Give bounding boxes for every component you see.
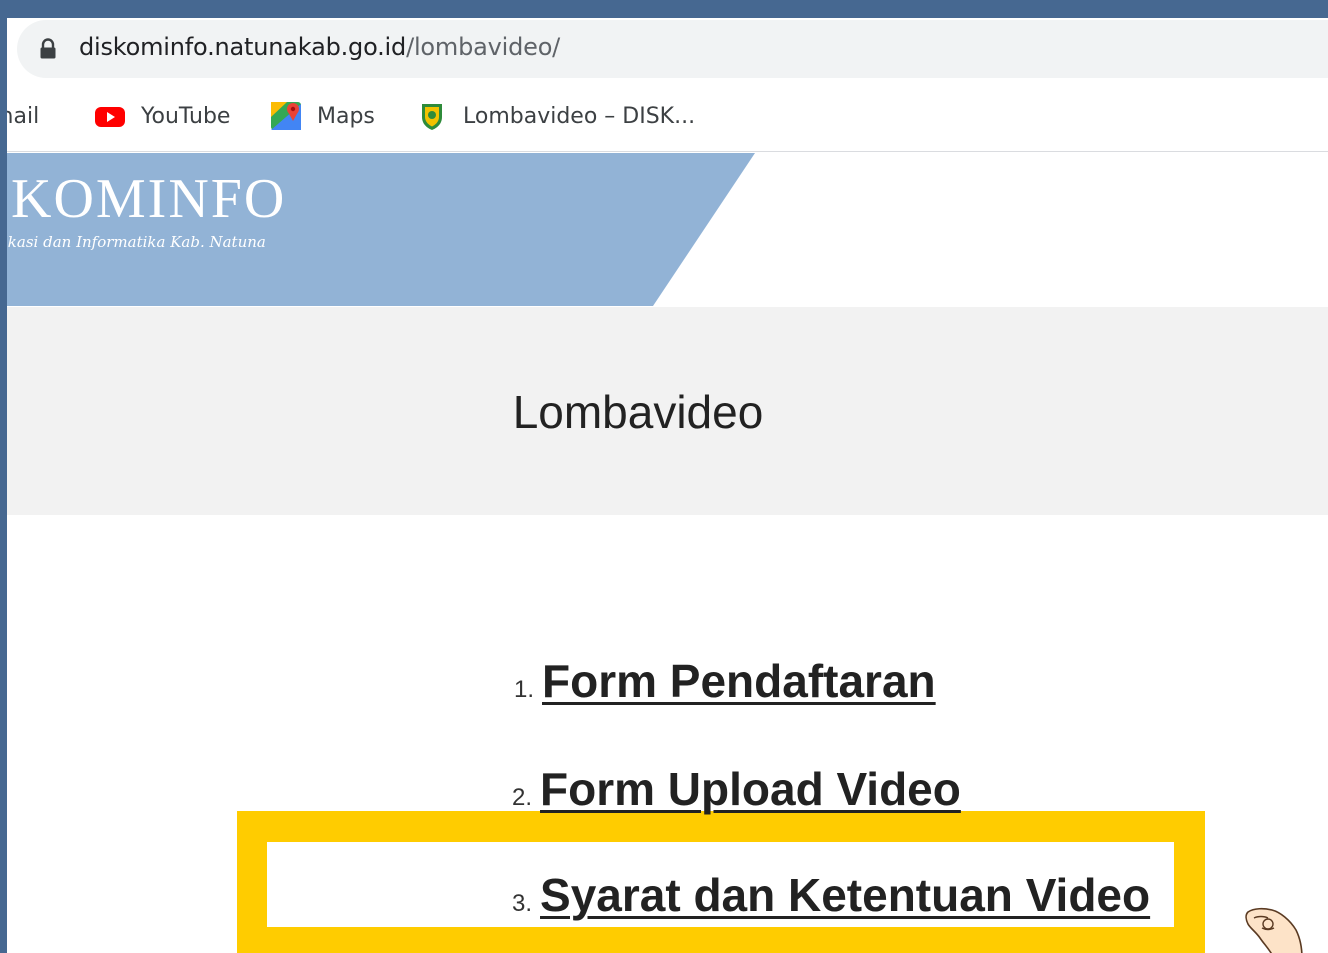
page-title-band: Lombavideo: [7, 307, 1328, 515]
url-text[interactable]: diskominfo.natunakab.go.id/lombavideo/: [79, 33, 560, 61]
bookmarks-bar: Gmail YouTube Maps Lombavideo – DISK...: [0, 82, 1328, 152]
bookmark-maps[interactable]: Maps: [269, 82, 375, 150]
list-item-syarat-ketentuan: 3. Syarat dan Ketentuan Video: [512, 868, 1150, 922]
site-logo-title[interactable]: KOMINFO: [11, 167, 286, 231]
url-path: /lombavideo/: [406, 33, 561, 61]
bookmark-youtube[interactable]: YouTube: [93, 82, 230, 150]
syarat-ketentuan-link[interactable]: Syarat dan Ketentuan Video: [540, 869, 1150, 921]
form-upload-video-link[interactable]: Form Upload Video: [540, 763, 961, 815]
bookmark-label: YouTube: [141, 103, 231, 129]
list-item-form-pendaftaran: 1. Form Pendaftaran: [514, 654, 936, 708]
site-header: KOMINFO ikasi dan Informatika Kab. Natun…: [3, 153, 1328, 306]
url-omnibox[interactable]: diskominfo.natunakab.go.id/lombavideo/: [17, 20, 1328, 78]
list-number: 1.: [514, 676, 535, 703]
list-item-form-upload-video: 2. Form Upload Video: [512, 762, 961, 816]
youtube-icon: [95, 107, 125, 127]
bookmark-label: Maps: [317, 103, 375, 129]
site-logo-subtitle: ikasi dan Informatika Kab. Natuna: [3, 233, 266, 251]
window-frame-left: [0, 0, 7, 953]
page-title: Lombavideo: [512, 386, 764, 438]
site-favicon: [422, 104, 442, 130]
form-pendaftaran-link[interactable]: Form Pendaftaran: [542, 655, 936, 707]
list-number: 3.: [512, 890, 533, 917]
address-bar: diskominfo.natunakab.go.id/lombavideo/: [7, 18, 1328, 82]
lock-icon[interactable]: [39, 38, 57, 60]
maps-icon: [271, 102, 301, 130]
pointing-hand-icon: [1245, 907, 1303, 953]
bookmark-label: Lombavideo – DISK...: [463, 103, 696, 129]
list-number: 2.: [512, 784, 533, 811]
url-host: diskominfo.natunakab.go.id: [79, 33, 407, 61]
bookmark-lombavideo[interactable]: Lombavideo – DISK...: [415, 82, 695, 150]
window-frame-top: [0, 0, 1328, 18]
